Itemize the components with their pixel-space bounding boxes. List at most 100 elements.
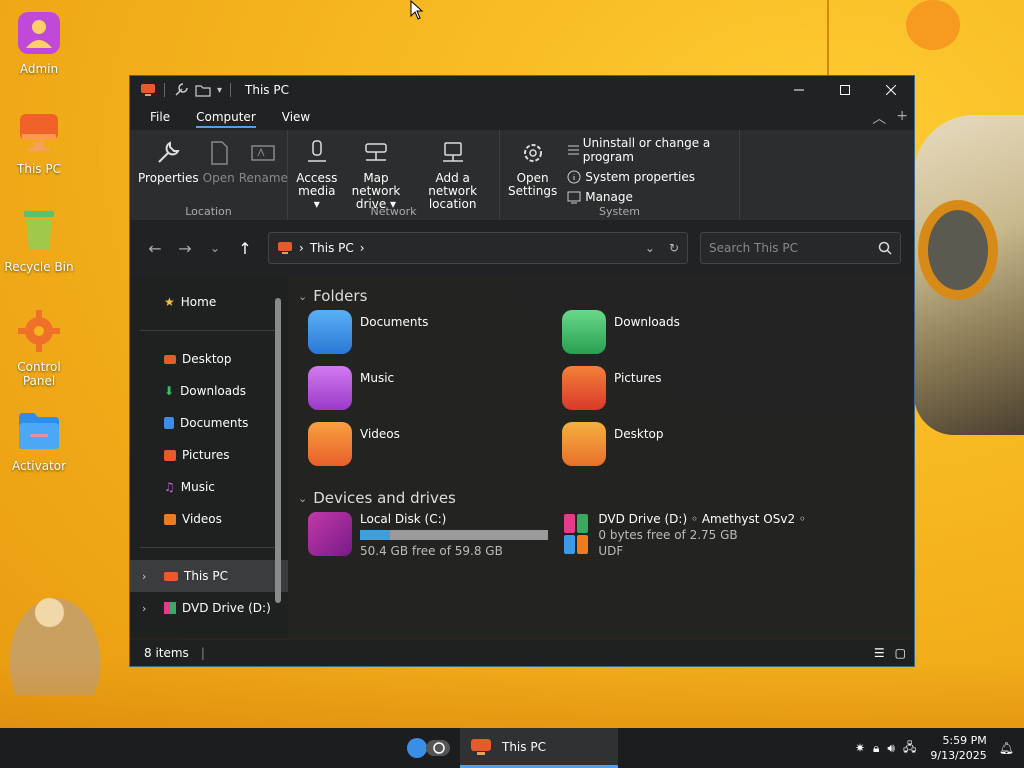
- drives-section-header[interactable]: ⌄ Devices and drives: [298, 484, 914, 512]
- sidebar-item-downloads[interactable]: ⬇ Downloads: [130, 375, 288, 407]
- sidebar-item-this-pc[interactable]: › This PC: [130, 560, 288, 592]
- forward-button[interactable]: →: [170, 233, 200, 263]
- desktop-icon-activator[interactable]: Activator: [0, 407, 78, 473]
- start-toggle-icon[interactable]: [406, 737, 452, 759]
- breadcrumb-chevron-icon[interactable]: ›: [360, 241, 365, 255]
- quick-access-dropdown-icon[interactable]: ▾: [217, 85, 222, 96]
- explorer-window[interactable]: ▾ This PC File Computer View ︿ + Propert…: [129, 75, 915, 667]
- sidebar-scrollbar[interactable]: [274, 284, 282, 634]
- address-dropdown-icon[interactable]: ⌄: [645, 241, 655, 255]
- system-properties-button[interactable]: System properties: [567, 170, 733, 184]
- ribbon-group-location: Properties Open Rename Location: [130, 130, 288, 220]
- sidebar-item-pictures[interactable]: Pictures: [130, 439, 288, 471]
- sidebar-item-desktop[interactable]: Desktop: [130, 343, 288, 375]
- desktop-icon-label: Admin: [19, 62, 59, 76]
- notifications-icon[interactable]: 🔔︎: [999, 741, 1014, 755]
- folders-section-header[interactable]: ⌄ Folders: [298, 282, 914, 310]
- sidebar-item-home[interactable]: ★ Home: [130, 286, 288, 318]
- folder-videos[interactable]: Videos: [298, 422, 552, 478]
- documents-icon: [164, 417, 174, 429]
- sidebar-item-videos[interactable]: Videos: [130, 503, 288, 535]
- desktop-wallpaper-ground: [0, 660, 1024, 730]
- sidebar-item-music[interactable]: ♫ Music: [130, 471, 288, 503]
- desktop-icon-label: This PC: [17, 162, 61, 176]
- maximize-button[interactable]: [822, 76, 868, 104]
- refresh-icon[interactable]: ↻: [669, 241, 679, 255]
- sidebar-label: DVD Drive (D:): [182, 601, 271, 615]
- brightness-icon[interactable]: ✷: [855, 741, 865, 755]
- close-button[interactable]: [868, 76, 914, 104]
- folder-desktop[interactable]: Desktop: [552, 422, 806, 478]
- folders-header-label: Folders: [313, 287, 368, 305]
- address-bar[interactable]: › This PC › ⌄ ↻: [268, 232, 688, 264]
- drive-space: 0 bytes free of 2.75 GB: [598, 528, 738, 542]
- drive-local-disk-c[interactable]: Local Disk (C:) 50.4 GB free of 59.8 GB: [298, 512, 552, 568]
- maximize-icon: [840, 85, 850, 95]
- sidebar-item-documents[interactable]: Documents: [130, 407, 288, 439]
- music-folder-icon: [308, 366, 352, 410]
- folder-name: Videos: [360, 427, 400, 441]
- network-icon[interactable]: 🖧: [903, 738, 916, 759]
- system-tray: ✷ 🔒︎ 🔊︎ 🖧 5:59 PM 9/13/2025 🔔︎: [855, 728, 1024, 768]
- folder-music[interactable]: Music: [298, 366, 552, 422]
- new-folder-quick-icon[interactable]: [195, 82, 213, 98]
- dvd-drive-icon: [562, 512, 590, 556]
- desktop-icon-admin[interactable]: Admin: [0, 10, 78, 76]
- uninstall-program-button[interactable]: Uninstall or change a program: [567, 136, 733, 164]
- recent-locations-button[interactable]: ⌄: [200, 233, 230, 263]
- collapse-chevron-icon[interactable]: ⌄: [298, 492, 307, 505]
- folder-name: Pictures: [614, 371, 662, 385]
- ribbon-tabs: File Computer View ︿ +: [130, 104, 914, 130]
- drive-name: Local Disk (C:): [360, 512, 447, 526]
- tab-file[interactable]: File: [150, 106, 170, 128]
- search-placeholder: Search This PC: [709, 241, 798, 255]
- folder-pictures[interactable]: Pictures: [552, 366, 806, 422]
- drive-dvd-d[interactable]: DVD Drive (D:) ◦ Amethyst OSv2 ◦ 0 bytes…: [552, 512, 806, 568]
- desktop-wallpaper-pole: [827, 0, 829, 75]
- drives-grid: Local Disk (C:) 50.4 GB free of 59.8 GB …: [298, 512, 914, 568]
- expand-chevron-icon[interactable]: ›: [142, 602, 158, 615]
- up-button[interactable]: ↑: [230, 233, 260, 263]
- desktop-icon-recycle-bin[interactable]: Recycle Bin: [0, 208, 78, 274]
- tiles-view-icon[interactable]: ▢: [895, 646, 906, 660]
- desktop-icon-control-panel[interactable]: Control Panel: [0, 308, 78, 388]
- collapse-chevron-icon[interactable]: ⌄: [298, 290, 307, 303]
- folder-documents[interactable]: Documents: [298, 310, 552, 366]
- clock[interactable]: 5:59 PM 9/13/2025: [930, 733, 986, 763]
- properties-quick-icon[interactable]: [173, 82, 189, 98]
- recycle-bin-icon: [24, 211, 54, 250]
- manage-button[interactable]: Manage: [567, 190, 733, 204]
- search-box[interactable]: Search This PC: [700, 232, 901, 264]
- expand-chevron-icon[interactable]: ›: [142, 570, 158, 583]
- tab-computer[interactable]: Computer: [196, 106, 256, 128]
- sidebar-label: Music: [180, 480, 215, 494]
- minimize-button[interactable]: [776, 76, 822, 104]
- this-pc-icon: [164, 571, 178, 581]
- back-button[interactable]: ←: [140, 233, 170, 263]
- sidebar-label: Pictures: [182, 448, 230, 462]
- sidebar-label: Home: [180, 295, 217, 309]
- open-settings-label-2: Settings: [508, 184, 558, 198]
- tab-view[interactable]: View: [282, 106, 310, 128]
- drive-name: DVD Drive (D:) ◦ Amethyst OSv2 ◦: [598, 512, 806, 526]
- sidebar-divider: [140, 547, 280, 548]
- collapse-ribbon-icon[interactable]: ︿: [872, 108, 886, 128]
- title-bar[interactable]: ▾ This PC: [130, 76, 914, 104]
- local-disk-icon: [308, 512, 352, 556]
- taskbar-app-this-pc[interactable]: This PC: [460, 728, 618, 768]
- volume-icon[interactable]: 🔊︎: [887, 741, 895, 756]
- settings-gear-icon: [523, 144, 542, 162]
- desktop-icon: [164, 354, 176, 364]
- folder-name: Downloads: [614, 315, 680, 329]
- desktop-wallpaper-spaceship-ring: [918, 200, 998, 300]
- desktop-icon-this-pc[interactable]: This PC: [0, 110, 78, 176]
- details-view-icon[interactable]: ☰: [874, 646, 885, 660]
- sidebar-item-dvd-drive[interactable]: › DVD Drive (D:): [130, 592, 288, 624]
- security-icon[interactable]: 🔒︎: [873, 741, 879, 756]
- breadcrumb-this-pc[interactable]: This PC: [310, 241, 354, 255]
- sidebar-label: Videos: [182, 512, 222, 526]
- sidebar-scrollbar-thumb[interactable]: [275, 298, 281, 603]
- folder-downloads[interactable]: Downloads: [552, 310, 806, 366]
- computer-icon: [20, 114, 58, 151]
- new-tab-plus-icon[interactable]: +: [896, 108, 908, 128]
